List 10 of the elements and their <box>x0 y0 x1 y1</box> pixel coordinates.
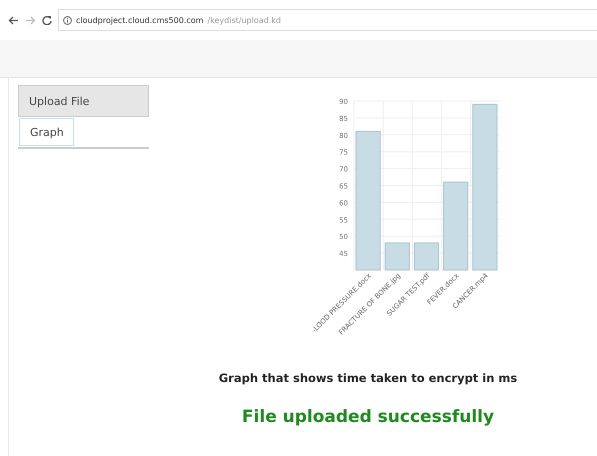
tab[interactable]: Upload File <box>18 85 149 117</box>
chart-caption: Graph that shows time taken to encrypt in ms <box>218 371 518 385</box>
tab[interactable]: Graph <box>19 118 74 146</box>
reload-icon[interactable] <box>42 15 52 25</box>
back-icon[interactable] <box>8 16 19 24</box>
info-icon[interactable] <box>63 16 72 24</box>
address-bar[interactable]: cloudproject.cloud.cms500.com /keydist/upload.kd <box>58 9 597 31</box>
bar <box>414 242 440 270</box>
bar <box>384 242 410 270</box>
success-message: File uploaded successfully <box>242 407 494 427</box>
